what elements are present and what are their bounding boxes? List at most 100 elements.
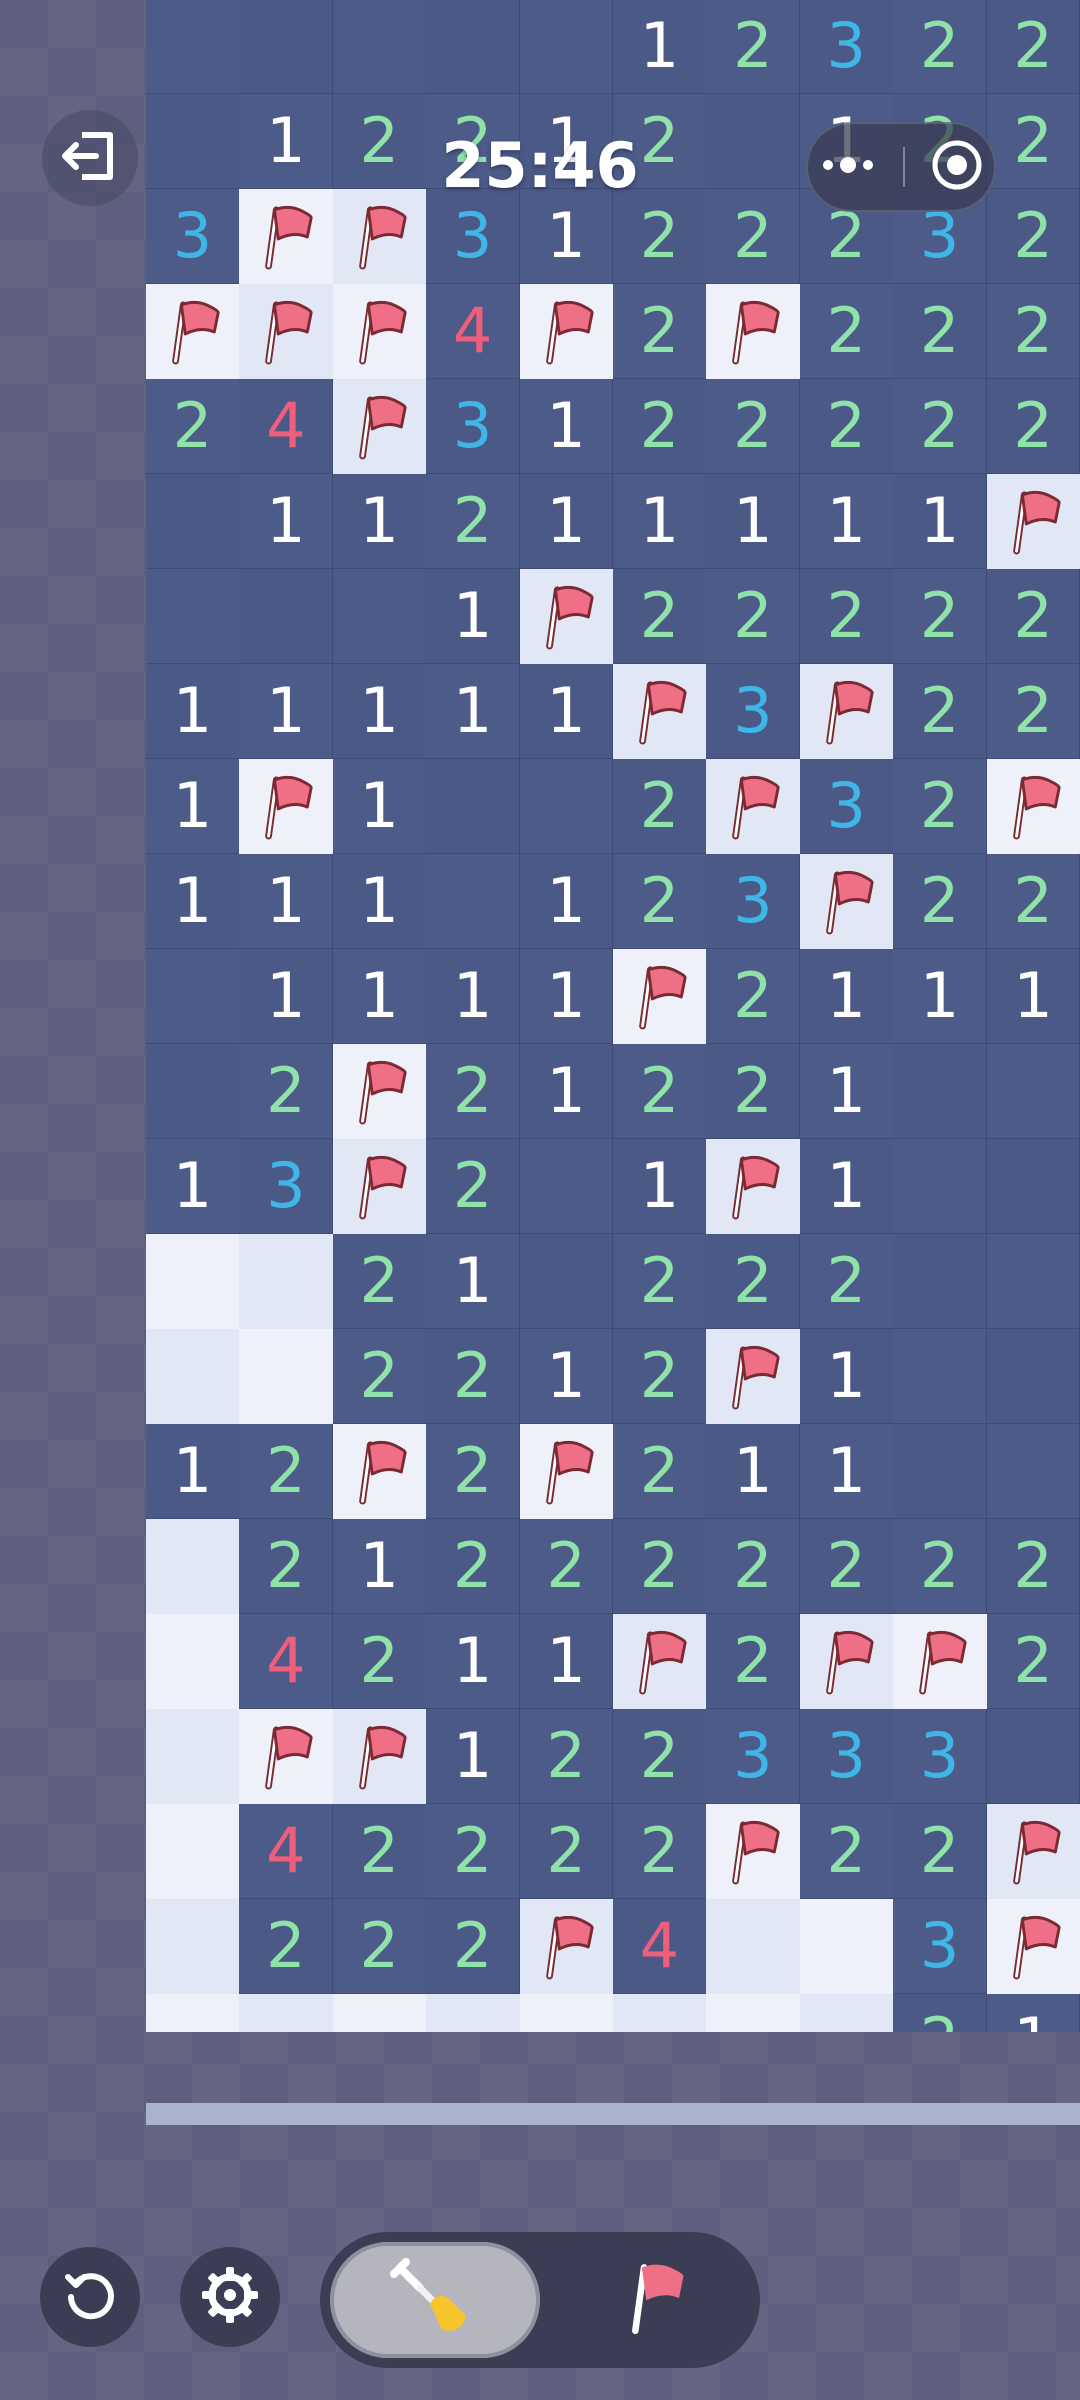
board-cell[interactable]: 1 (332, 474, 427, 569)
board-cell[interactable]: 1 (332, 759, 427, 854)
board-cell[interactable]: 3 (799, 0, 894, 94)
board-cell[interactable] (613, 1994, 707, 2032)
board-cell[interactable]: 2 (799, 569, 894, 664)
board-cell[interactable]: 2 (893, 284, 988, 379)
board-cell[interactable] (986, 759, 1080, 854)
board-cell[interactable] (519, 759, 614, 854)
board-cell[interactable]: 2 (426, 1329, 521, 1424)
board-cell[interactable]: 2 (613, 1234, 707, 1329)
board-cell[interactable] (986, 1709, 1080, 1804)
board-cell[interactable]: 1 (519, 1329, 614, 1424)
board-cell[interactable] (146, 1519, 240, 1614)
board-cell[interactable] (146, 1044, 240, 1139)
board-cell[interactable]: 2 (986, 569, 1080, 664)
board-cell[interactable]: 1 (426, 664, 521, 759)
board-cell[interactable] (332, 189, 427, 284)
board-cell[interactable] (706, 1139, 801, 1234)
board-cell[interactable] (799, 1994, 894, 2032)
board-cell[interactable] (146, 1234, 240, 1329)
board-cell[interactable] (332, 1424, 427, 1519)
board-cell[interactable]: 2 (613, 1709, 707, 1804)
board-cell[interactable] (986, 1424, 1080, 1519)
board-cell[interactable]: 2 (519, 1804, 614, 1899)
board-cell[interactable]: 1 (426, 569, 521, 664)
board-cell[interactable] (613, 949, 707, 1044)
board-cell[interactable] (146, 1614, 240, 1709)
board-cell[interactable]: 1 (146, 664, 240, 759)
board-cell[interactable]: 1 (332, 1519, 427, 1614)
board-cell[interactable] (146, 949, 240, 1044)
board-cell[interactable] (239, 759, 334, 854)
dig-mode-button[interactable] (330, 2242, 540, 2358)
board-cell[interactable] (986, 1234, 1080, 1329)
board-cell[interactable] (146, 1329, 240, 1424)
more-dots-icon[interactable] (818, 155, 878, 179)
board-cell[interactable]: 2 (986, 1519, 1080, 1614)
board-cell[interactable] (332, 1994, 427, 2032)
board-cell[interactable]: 2 (613, 759, 707, 854)
board-cell[interactable]: 1 (799, 1329, 894, 1424)
board-cell[interactable]: 1 (706, 474, 801, 569)
board-cell[interactable]: 2 (706, 1234, 801, 1329)
board-cell[interactable]: 2 (613, 569, 707, 664)
board-cell[interactable] (519, 1234, 614, 1329)
board-cell[interactable]: 2 (799, 1519, 894, 1614)
board-cell[interactable] (519, 284, 614, 379)
board-cell[interactable]: 3 (146, 189, 240, 284)
board-cell[interactable] (799, 1899, 894, 1994)
board-cell[interactable]: 1 (332, 949, 427, 1044)
target-icon[interactable] (930, 138, 984, 196)
board-cell[interactable] (426, 759, 521, 854)
exit-button[interactable] (42, 110, 138, 206)
board-cell[interactable]: 1 (426, 949, 521, 1044)
board-cell[interactable]: 2 (426, 1519, 521, 1614)
board-cell[interactable]: 2 (799, 1234, 894, 1329)
board-cell[interactable] (706, 1329, 801, 1424)
board-cell[interactable]: 1 (893, 474, 988, 569)
board-cell[interactable] (426, 854, 521, 949)
board-cell[interactable]: 1 (519, 1044, 614, 1139)
board-cell[interactable] (519, 1139, 614, 1234)
board-cell[interactable]: 3 (426, 379, 521, 474)
board-cell[interactable]: 2 (426, 1804, 521, 1899)
board-cell[interactable] (426, 0, 521, 94)
board-cell[interactable]: 2 (893, 854, 988, 949)
board-cell[interactable] (332, 0, 427, 94)
board-cell[interactable]: 4 (239, 1804, 334, 1899)
board-cell[interactable]: 2 (986, 94, 1080, 189)
board-cell[interactable]: 2 (426, 1899, 521, 1994)
board-cell[interactable]: 2 (893, 1994, 988, 2032)
board-cell[interactable]: 2 (706, 0, 801, 94)
board-cell[interactable]: 1 (519, 379, 614, 474)
board-cell[interactable]: 1 (799, 474, 894, 569)
board-cell[interactable] (332, 569, 427, 664)
board-cell[interactable] (799, 664, 894, 759)
board-cell[interactable]: 2 (799, 379, 894, 474)
board-cell[interactable]: 1 (146, 854, 240, 949)
board-cell[interactable]: 2 (986, 1614, 1080, 1709)
board-cell[interactable]: 1 (146, 1424, 240, 1519)
board-cell[interactable] (613, 664, 707, 759)
board-cell[interactable]: 3 (706, 854, 801, 949)
board-cell[interactable] (146, 1899, 240, 1994)
board-cell[interactable]: 4 (426, 284, 521, 379)
board-cell[interactable]: 1 (426, 1234, 521, 1329)
board-cell[interactable]: 1 (799, 1139, 894, 1234)
board-cell[interactable]: 1 (239, 854, 334, 949)
board-cell[interactable]: 1 (332, 664, 427, 759)
board-cell[interactable]: 2 (893, 1519, 988, 1614)
board-cell[interactable]: 1 (799, 1424, 894, 1519)
board-cell[interactable] (893, 1044, 988, 1139)
board-cell[interactable]: 3 (706, 1709, 801, 1804)
board-cell[interactable]: 2 (426, 474, 521, 569)
board-cell[interactable] (706, 1994, 801, 2032)
board-cell[interactable] (239, 1709, 334, 1804)
board-cell[interactable]: 1 (519, 854, 614, 949)
restart-button[interactable] (40, 2247, 140, 2347)
board-cell[interactable] (332, 1709, 427, 1804)
board-cell[interactable]: 2 (239, 1519, 334, 1614)
board-cell[interactable]: 2 (893, 379, 988, 474)
board-cell[interactable]: 3 (893, 1709, 988, 1804)
board-cell[interactable]: 4 (613, 1899, 707, 1994)
board-cell[interactable]: 1 (799, 949, 894, 1044)
